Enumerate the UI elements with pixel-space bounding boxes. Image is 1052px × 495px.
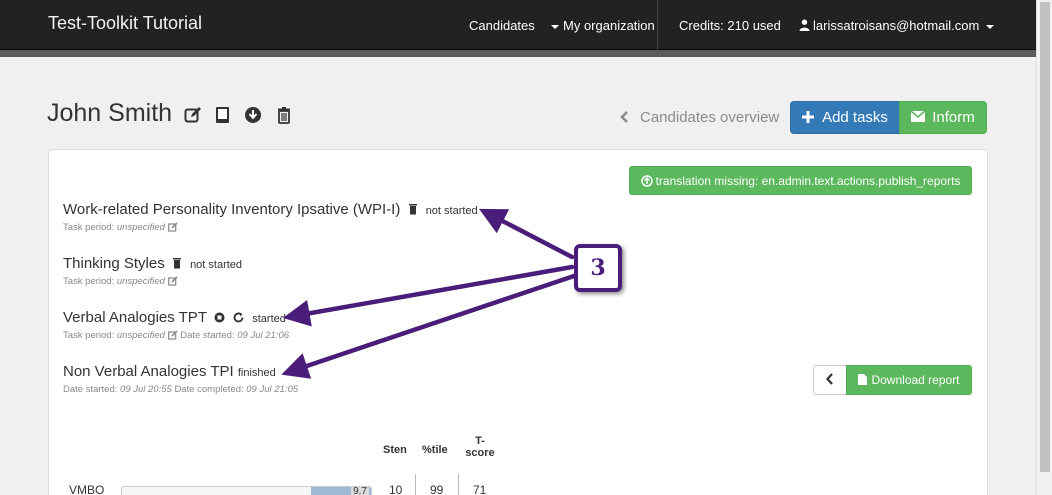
scrollbar-thumb[interactable]	[1040, 2, 1050, 472]
annotation-number-badge: 3	[574, 244, 622, 292]
annotation-arrows	[281, 208, 577, 379]
scrollbar[interactable]	[1036, 0, 1052, 495]
annotation-arrow	[479, 208, 575, 260]
